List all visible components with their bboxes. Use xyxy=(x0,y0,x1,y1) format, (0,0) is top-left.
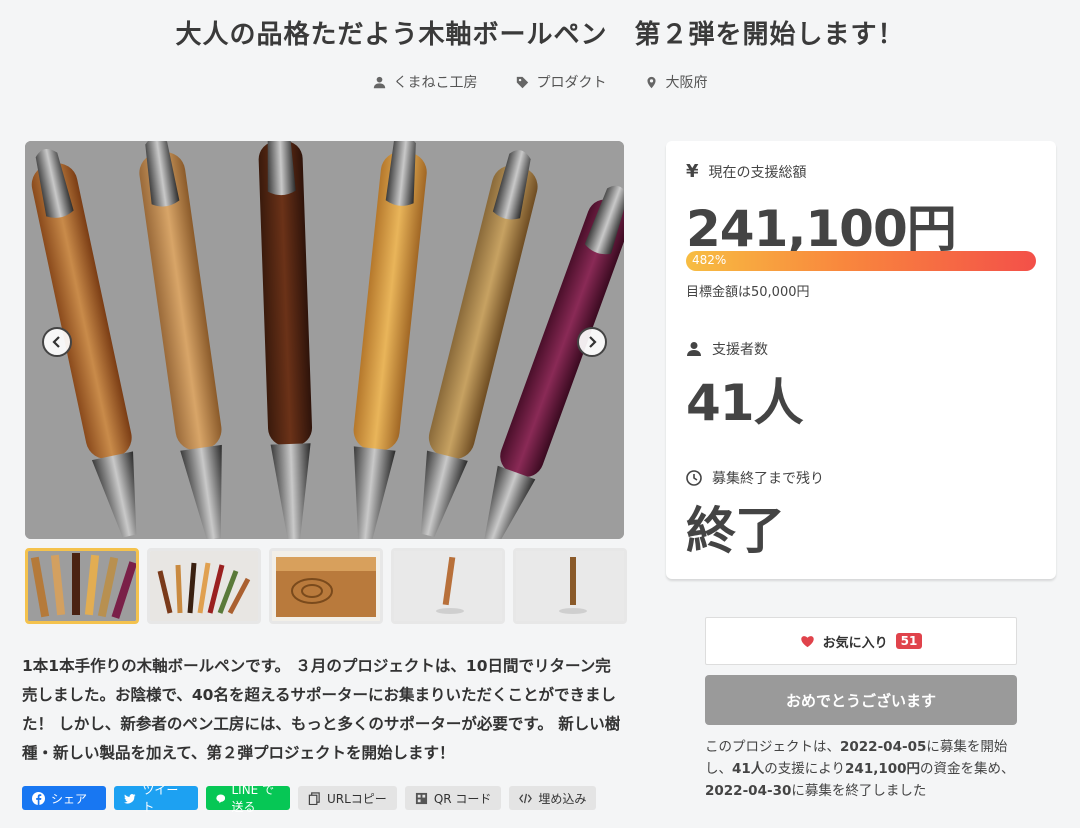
favorite-count-badge: 51 xyxy=(895,633,923,649)
progress-bar: 482% xyxy=(686,251,1036,271)
url-copy-button[interactable]: URLコピー xyxy=(298,786,397,810)
goal-amount: 目標金額は50,000円 xyxy=(686,285,810,300)
thumbnail-3[interactable] xyxy=(269,548,383,624)
project-summary: このプロジェクトは、2022-04-05に募集を開始し、41人の支援により241… xyxy=(705,739,1015,799)
user-icon xyxy=(373,76,385,88)
embed-button[interactable]: 埋め込み xyxy=(509,786,597,810)
thumbnail-5[interactable] xyxy=(513,548,627,624)
qr-code-button[interactable]: QR コード xyxy=(404,786,502,810)
project-meta: くまねこ工房 プロダクト 大阪府 xyxy=(0,72,1080,92)
supporters-count: 41人 xyxy=(686,374,804,432)
funding-stats-card: ¥ 現在の支援総額 241,100円 482% 目標金額は50,000円 支援者… xyxy=(666,141,1056,579)
yen-icon: ¥ xyxy=(686,161,699,182)
carousel-prev-button[interactable] xyxy=(42,327,72,357)
thumbnail-strip xyxy=(25,548,627,624)
progress-percent: 482% xyxy=(692,253,727,267)
main-image-carousel[interactable] xyxy=(25,141,624,539)
qr-code-icon xyxy=(415,792,427,804)
location-name: 大阪府 xyxy=(665,75,708,91)
author-link[interactable]: くまねこ工房 xyxy=(373,72,478,92)
favorite-label: お気に入り xyxy=(822,635,888,651)
twitter-share-button[interactable]: ツイート xyxy=(114,783,198,814)
clock-icon xyxy=(686,470,702,486)
copy-icon xyxy=(308,791,320,805)
location-link[interactable]: 大阪府 xyxy=(645,72,708,92)
twitter-icon xyxy=(124,793,136,804)
amount-label: ¥ 現在の支援総額 xyxy=(686,161,807,182)
remaining-time: 終了 xyxy=(686,502,785,560)
map-pin-icon xyxy=(646,76,656,88)
code-icon xyxy=(519,793,533,803)
category-name: プロダクト xyxy=(536,75,607,91)
congrats-button[interactable]: おめでとうございます xyxy=(705,675,1017,725)
user-icon xyxy=(687,342,701,356)
supporters-label: 支援者数 xyxy=(686,339,768,359)
remaining-label: 募集終了まで残り xyxy=(686,468,824,488)
chevron-left-icon xyxy=(52,336,60,348)
thumbnail-4[interactable] xyxy=(391,548,505,624)
heart-icon xyxy=(800,635,814,647)
thumbnail-2[interactable] xyxy=(147,548,261,624)
line-icon xyxy=(216,793,226,803)
thumbnail-1[interactable] xyxy=(25,548,139,624)
favorite-button[interactable]: お気に入り 51 xyxy=(705,617,1017,665)
tag-icon xyxy=(516,76,528,88)
page-title: 大人の品格ただよう木軸ボールペン 第２弾を開始します！ xyxy=(175,20,905,50)
carousel-next-button[interactable] xyxy=(577,327,607,357)
main-product-photo xyxy=(25,141,624,539)
category-link[interactable]: プロダクト xyxy=(516,72,607,92)
author-name: くまねこ工房 xyxy=(393,75,478,91)
project-description: 1本1本手作りの木軸ボールペンです。 ３月のプロジェクトは、10日間でリターン完… xyxy=(22,657,621,762)
share-bar: シェア ツイート LINE で送る URLコピー QR コード 埋め込み xyxy=(22,783,597,814)
facebook-icon xyxy=(32,791,45,805)
chevron-right-icon xyxy=(589,336,597,348)
line-share-button[interactable]: LINE で送る xyxy=(206,783,290,814)
facebook-share-button[interactable]: シェア xyxy=(22,786,106,810)
